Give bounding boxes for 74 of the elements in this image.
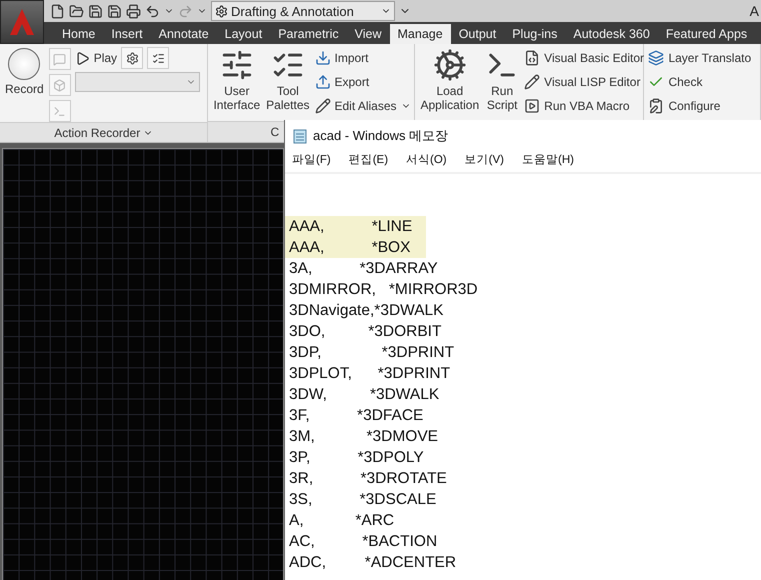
menu-item[interactable]: 보기(V) — [464, 152, 504, 172]
text-line: 3R, *3DROTATE — [288, 469, 447, 489]
ribbon-tab[interactable]: Autodesk 360 — [565, 24, 658, 44]
text-line: 3DP, *3DPRINT — [288, 343, 454, 363]
menu-item[interactable]: 편집(E) — [348, 152, 388, 172]
window-title: acad - Windows 메모장 — [313, 127, 448, 145]
ribbon-tab[interactable]: View — [346, 24, 390, 44]
ribbon-tab[interactable]: Home — [54, 24, 104, 44]
ribbon-tab[interactable]: Featured Apps — [658, 24, 756, 44]
panel-title[interactable]: Action Recorder — [54, 126, 140, 140]
layers-icon — [648, 50, 664, 66]
settings-icon — [126, 52, 139, 64]
macro-icon — [524, 98, 540, 114]
settings-icon — [215, 4, 228, 18]
undo-icon[interactable] — [145, 4, 160, 18]
ribbon-tab[interactable]: Plug-ins — [504, 24, 566, 44]
menu-item[interactable]: 도움말(H) — [522, 152, 574, 172]
ribbon-tab[interactable]: Manage — [390, 24, 451, 44]
text-line: ADC, *ADCENTER — [288, 553, 456, 573]
play-icon — [74, 50, 90, 66]
comment-icon — [53, 52, 66, 66]
export-icon — [314, 74, 330, 90]
text-line: 3DPLOT, *3DPRINT — [288, 364, 450, 384]
application-menu-button[interactable] — [0, 0, 44, 44]
ribbon-button[interactable]: Configure — [648, 96, 752, 116]
ribbon-tab[interactable]: Annotate — [150, 24, 217, 44]
panel-title[interactable]: C — [270, 125, 280, 139]
ribbon-button[interactable]: Layer Translato — [648, 48, 752, 68]
text-line: 3DO, *3DORBIT — [288, 322, 442, 342]
new-file-icon[interactable] — [50, 4, 65, 18]
text-line: 3S, *3DSCALE — [288, 490, 436, 510]
configure-icon — [648, 98, 664, 114]
open-folder-icon[interactable] — [69, 4, 84, 18]
ribbon-button[interactable]: Tool Palettes — [265, 48, 310, 121]
menu-item[interactable]: 파일(F) — [292, 152, 331, 172]
ribbon-button[interactable]: Check — [648, 72, 752, 92]
ribbon-button[interactable]: Export — [314, 72, 411, 92]
ribbon-tab[interactable]: Insert — [103, 24, 151, 44]
print-icon[interactable] — [126, 4, 141, 18]
text-line: 3A, *3DARRAY — [288, 259, 438, 279]
text-line: 3M, *3DMOVE — [288, 427, 438, 447]
ribbon-button[interactable]: Run VBA Macro — [524, 96, 644, 116]
save-icon[interactable] — [88, 4, 103, 18]
text-line: A, *ARC — [288, 511, 394, 531]
record-icon — [8, 48, 40, 80]
tool-button[interactable] — [147, 47, 170, 69]
logo-icon — [9, 8, 35, 36]
ribbon-button[interactable]: Load Application — [419, 48, 480, 121]
ribbon-tab[interactable]: Parametric — [270, 24, 347, 44]
tool-button[interactable] — [121, 47, 144, 69]
ribbon-button[interactable]: Import — [314, 48, 411, 68]
menu-item[interactable]: 서식(O) — [406, 152, 447, 172]
play-button[interactable]: Play — [74, 48, 118, 68]
ribbon-button[interactable]: Visual LISP Editor — [524, 72, 644, 92]
text-line: 3DNavigate,*3DWALK — [288, 301, 444, 321]
ribbon-tab[interactable]: Layout — [216, 24, 270, 44]
text-line: 3P, *3DPOLY — [288, 448, 424, 468]
window-title: A — [750, 3, 760, 19]
notepad-icon — [293, 128, 307, 144]
text-line: 3F, *3DFACE — [288, 406, 424, 426]
import-icon — [314, 50, 330, 66]
text-line: 3DW, *3DWALK — [288, 385, 440, 405]
prompt-icon — [53, 104, 66, 118]
ribbon-button[interactable]: Edit Aliases — [314, 96, 411, 116]
ribbon-button[interactable]: Run Script — [484, 48, 520, 121]
ribbon-tab[interactable]: Output — [450, 24, 504, 44]
ribbon-button[interactable]: User Interface — [212, 48, 262, 121]
workspace-dropdown[interactable]: Drafting & Annotation — [211, 1, 395, 21]
list-icon — [152, 52, 165, 64]
save-as-icon[interactable] — [107, 4, 122, 18]
ribbon-button[interactable]: Visual Basic Editor — [524, 48, 644, 68]
text-line: 3DMIRROR, *MIRROR3D — [288, 280, 478, 300]
record-button[interactable]: Record — [4, 48, 45, 122]
text-line: AC, *BACTION — [288, 532, 438, 552]
